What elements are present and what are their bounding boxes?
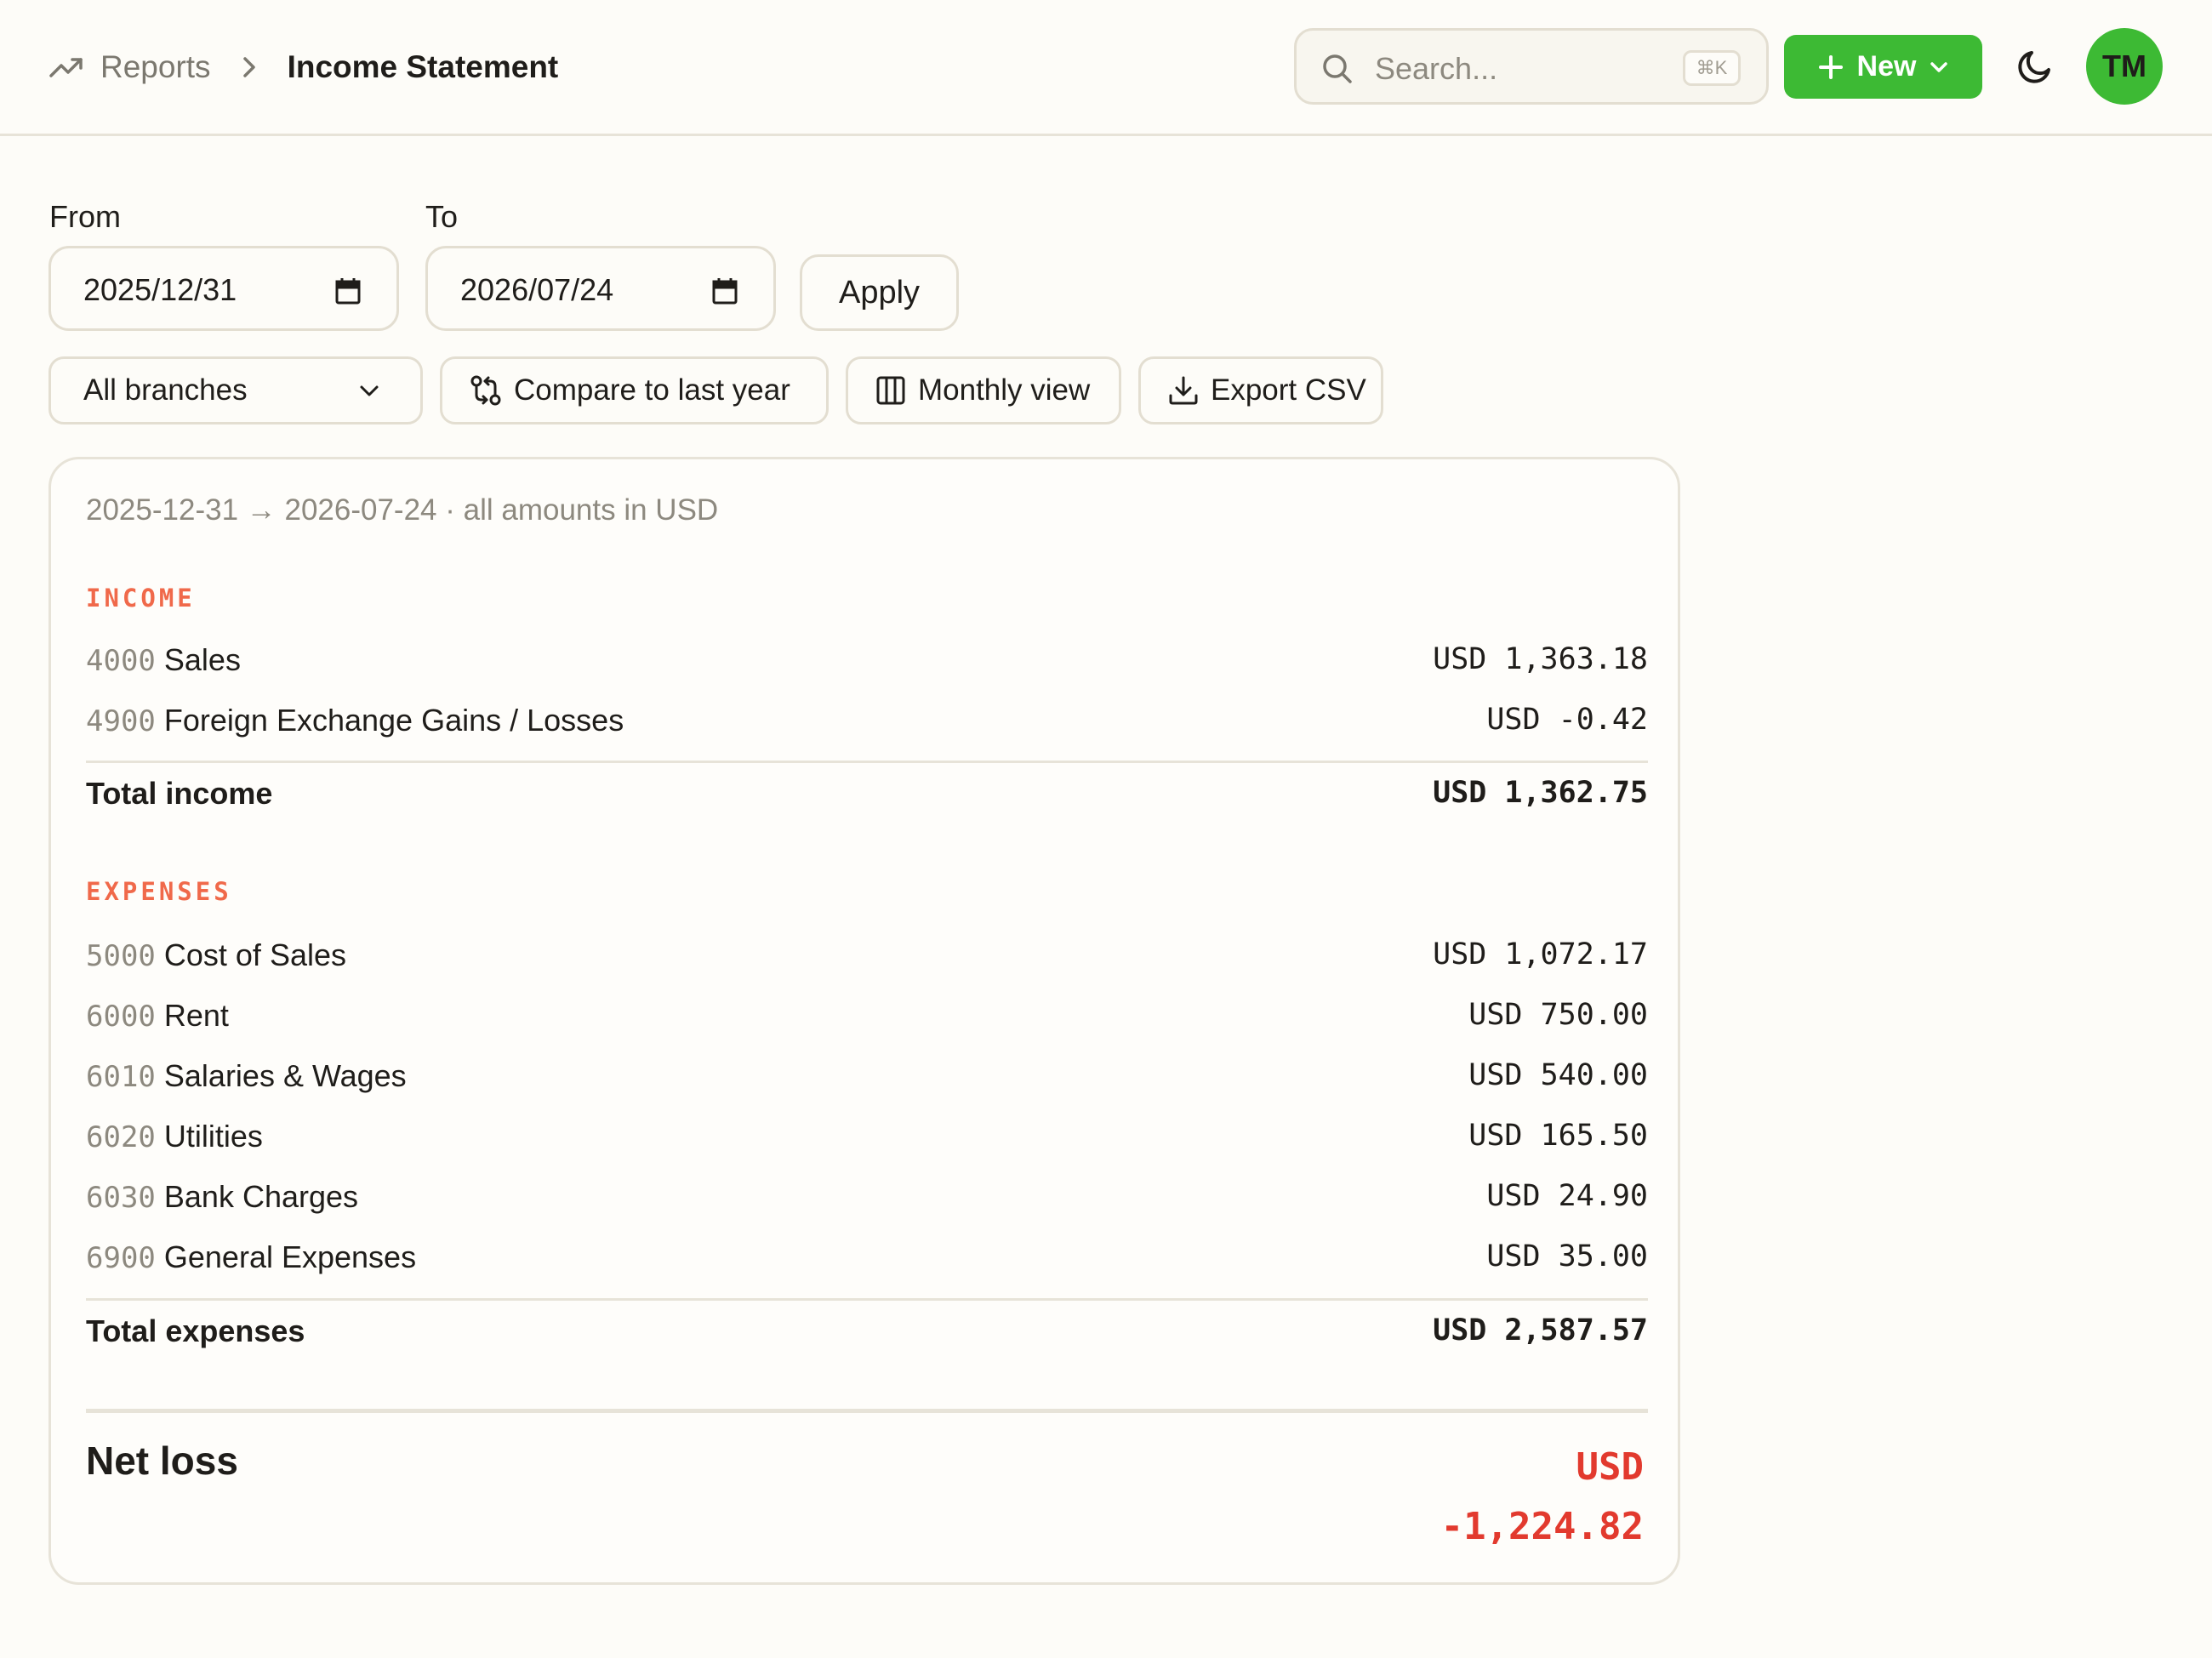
expenses-heading: EXPENSES xyxy=(86,877,232,906)
account-row[interactable]: 6010 Salaries & Wages USD 540.00 xyxy=(86,1058,1648,1109)
chevron-down-icon xyxy=(1930,61,1948,72)
from-date-field[interactable]: 2025/12/31 xyxy=(48,246,399,331)
income-heading: INCOME xyxy=(86,584,196,612)
account-amount: USD -0.42 xyxy=(1486,703,1648,737)
divider xyxy=(86,1298,1648,1301)
account-code: 4000 xyxy=(86,644,156,678)
account-row[interactable]: 6900 General Expenses USD 35.00 xyxy=(86,1239,1648,1291)
account-code: 6020 xyxy=(86,1120,156,1154)
chevron-right-icon xyxy=(242,57,255,77)
total-income-amount: USD 1,362.75 xyxy=(1433,776,1648,810)
account-amount: USD 1,363.18 xyxy=(1433,642,1648,676)
income-statement-card: 2025-12-31 → 2026-07-24 · all amounts in… xyxy=(48,457,1680,1585)
account-name: Rent xyxy=(163,998,229,1033)
trending-up-icon xyxy=(49,58,83,77)
compare-last-year-button[interactable]: Compare to last year xyxy=(440,356,829,424)
account-name: Salaries & Wages xyxy=(163,1058,407,1093)
search-icon xyxy=(1323,54,1352,83)
net-loss-label: Net loss xyxy=(86,1439,238,1483)
account-amount: USD 1,072.17 xyxy=(1433,937,1648,971)
calendar-icon xyxy=(712,278,738,305)
account-amount: USD 35.00 xyxy=(1486,1239,1648,1273)
period-caption: 2025-12-31 → 2026-07-24 · all amounts in… xyxy=(86,493,719,527)
to-label: To xyxy=(425,199,459,234)
account-code: 6010 xyxy=(86,1060,156,1094)
avatar[interactable]: TM xyxy=(2086,28,2163,105)
from-label: From xyxy=(49,199,121,234)
account-row[interactable]: 6020 Utilities USD 165.50 xyxy=(86,1119,1648,1170)
search-placeholder: Search... xyxy=(1375,51,1498,86)
account-code: 6000 xyxy=(86,1000,156,1034)
page-title: Income Statement xyxy=(287,49,559,84)
new-button-label: New xyxy=(1856,50,1917,83)
export-csv-label: Export CSV xyxy=(1211,373,1366,407)
new-button[interactable]: New xyxy=(1784,35,1982,99)
plus-icon xyxy=(1818,54,1843,79)
columns-icon xyxy=(876,376,905,405)
account-row[interactable]: 4000 Sales USD 1,363.18 xyxy=(86,642,1648,693)
total-expenses-amount: USD 2,587.57 xyxy=(1433,1313,1648,1347)
monthly-view-button[interactable]: Monthly view xyxy=(846,356,1121,424)
net-loss-currency: USD xyxy=(1576,1445,1644,1489)
account-name: Utilities xyxy=(163,1119,263,1154)
account-amount: USD 165.50 xyxy=(1468,1119,1648,1153)
account-code: 5000 xyxy=(86,939,156,973)
apply-button[interactable]: Apply xyxy=(800,254,959,331)
account-row[interactable]: 6000 Rent USD 750.00 xyxy=(86,998,1648,1049)
chevron-down-icon xyxy=(360,385,379,396)
top-bar: Reports Income Statement Search... ⌘K Ne… xyxy=(0,0,2212,136)
from-date-value: 2025/12/31 xyxy=(83,272,237,307)
account-amount: USD 750.00 xyxy=(1468,998,1648,1032)
net-loss-value: -1,224.82 xyxy=(1440,1505,1644,1548)
account-amount: USD 540.00 xyxy=(1468,1058,1648,1092)
account-row[interactable]: 6030 Bank Charges USD 24.90 xyxy=(86,1179,1648,1230)
branch-select[interactable]: All branches xyxy=(48,356,423,424)
account-code: 6900 xyxy=(86,1241,156,1275)
account-name: Bank Charges xyxy=(163,1179,359,1214)
account-name: Cost of Sales xyxy=(163,937,346,972)
shortcut-badge: ⌘K xyxy=(1683,50,1741,86)
net-divider xyxy=(86,1409,1648,1413)
account-row[interactable]: 5000 Cost of Sales USD 1,072.17 xyxy=(86,937,1648,989)
to-date-field[interactable]: 2026/07/24 xyxy=(425,246,776,331)
compare-arrows-icon xyxy=(470,375,501,406)
download-icon xyxy=(1169,376,1198,405)
monthly-view-label: Monthly view xyxy=(918,373,1091,407)
total-expenses-row: Total expenses USD 2,587.57 xyxy=(86,1313,1648,1365)
account-amount: USD 24.90 xyxy=(1486,1179,1648,1213)
total-expenses-label: Total expenses xyxy=(86,1313,305,1348)
total-income-label: Total income xyxy=(86,776,273,811)
account-name: General Expenses xyxy=(163,1239,417,1274)
account-code: 6030 xyxy=(86,1181,156,1215)
theme-toggle-moon-icon[interactable] xyxy=(2016,48,2054,85)
compare-label: Compare to last year xyxy=(514,373,790,407)
total-income-row: Total income USD 1,362.75 xyxy=(86,776,1648,827)
account-code: 4900 xyxy=(86,704,156,738)
account-name: Sales xyxy=(163,642,241,677)
search-input[interactable]: Search... ⌘K xyxy=(1294,28,1769,105)
branch-select-value: All branches xyxy=(83,373,248,407)
to-date-value: 2026/07/24 xyxy=(460,272,614,307)
net-loss-amount: USD -1,224.82 xyxy=(1303,1438,1644,1557)
export-csv-button[interactable]: Export CSV xyxy=(1138,356,1383,424)
account-name: Foreign Exchange Gains / Losses xyxy=(163,703,624,738)
breadcrumb-reports[interactable]: Reports xyxy=(100,49,211,85)
calendar-icon xyxy=(335,278,361,305)
breadcrumb: Reports Income Statement xyxy=(49,44,558,90)
account-row[interactable]: 4900 Foreign Exchange Gains / Losses USD … xyxy=(86,703,1648,754)
divider xyxy=(86,761,1648,763)
